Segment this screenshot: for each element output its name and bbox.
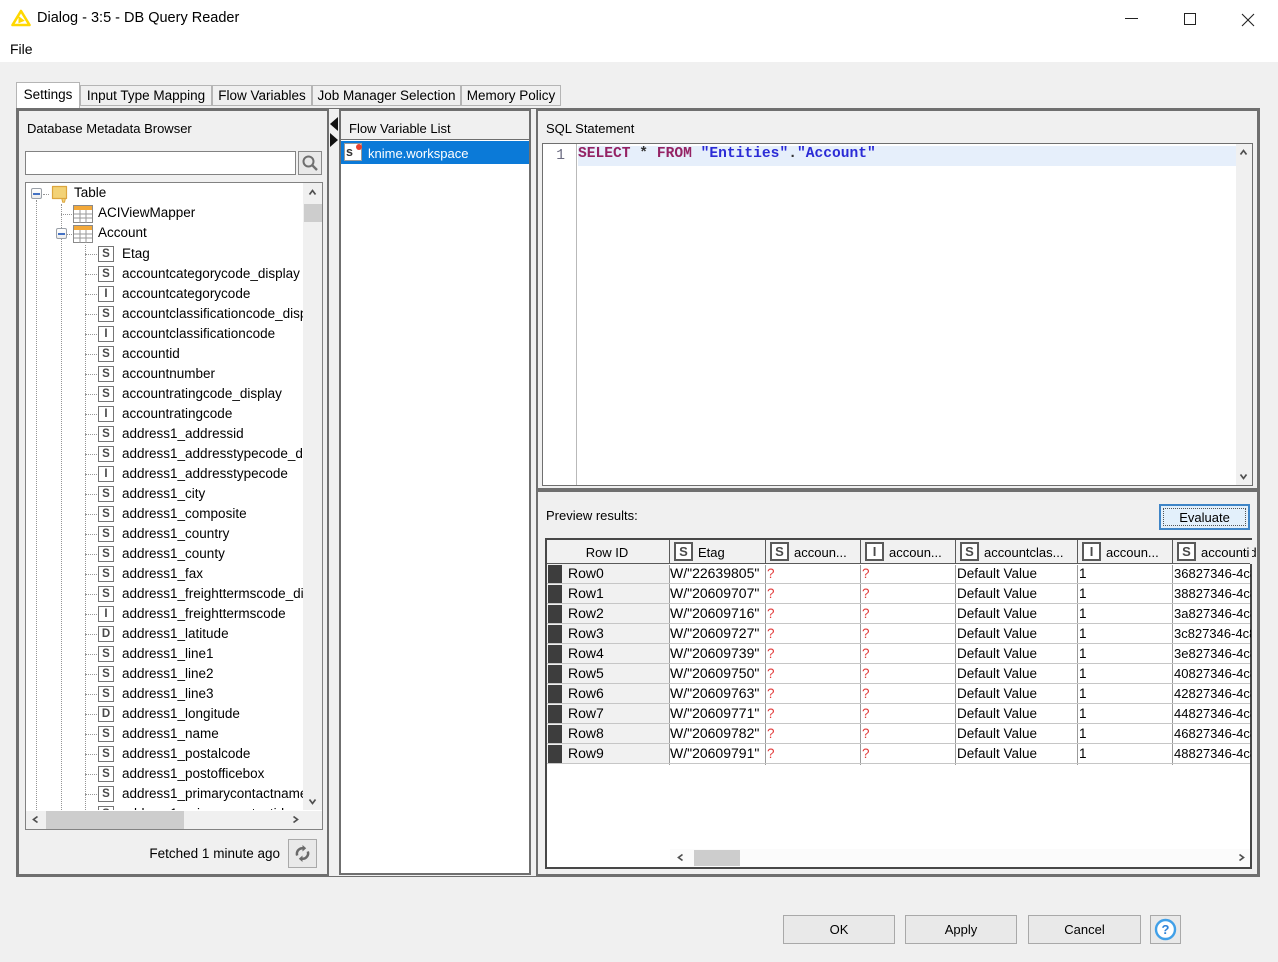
svg-text:?: ?	[1162, 922, 1170, 937]
